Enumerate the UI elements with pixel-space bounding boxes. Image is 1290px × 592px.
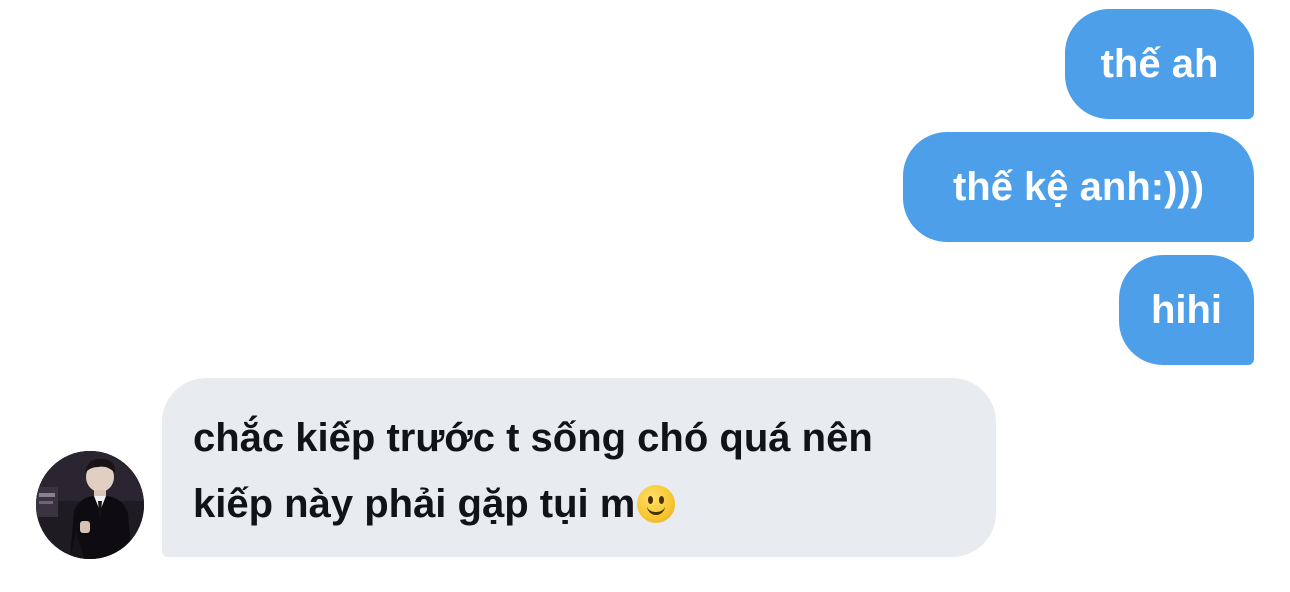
incoming-message-bubble[interactable]: chắc kiếp trước t sống chó quá nên kiếp …	[162, 378, 996, 557]
outgoing-message-bubble[interactable]: thế kệ anh:)))	[903, 132, 1254, 242]
message-text: thế ah	[1100, 42, 1219, 86]
slightly-smiling-face-emoji-icon	[637, 485, 676, 523]
message-text: thế kệ anh:)))	[952, 165, 1205, 209]
outgoing-message-bubble[interactable]: hihi	[1119, 255, 1254, 365]
sender-avatar[interactable]	[36, 451, 144, 559]
message-text-line: kiếp này phải gặp tụi m	[193, 482, 636, 526]
message-text: hihi	[1150, 288, 1223, 332]
chat-thread: thế ah thế kệ anh:))) hihi chắc kiếp trư…	[0, 0, 1290, 592]
person-avatar-icon	[36, 451, 144, 559]
outgoing-message-bubble[interactable]: thế ah	[1065, 9, 1254, 119]
message-text-line-with-emoji: kiếp này phải gặp tụi m	[193, 471, 966, 537]
message-text-line: chắc kiếp trước t sống chó quá nên	[193, 416, 873, 460]
